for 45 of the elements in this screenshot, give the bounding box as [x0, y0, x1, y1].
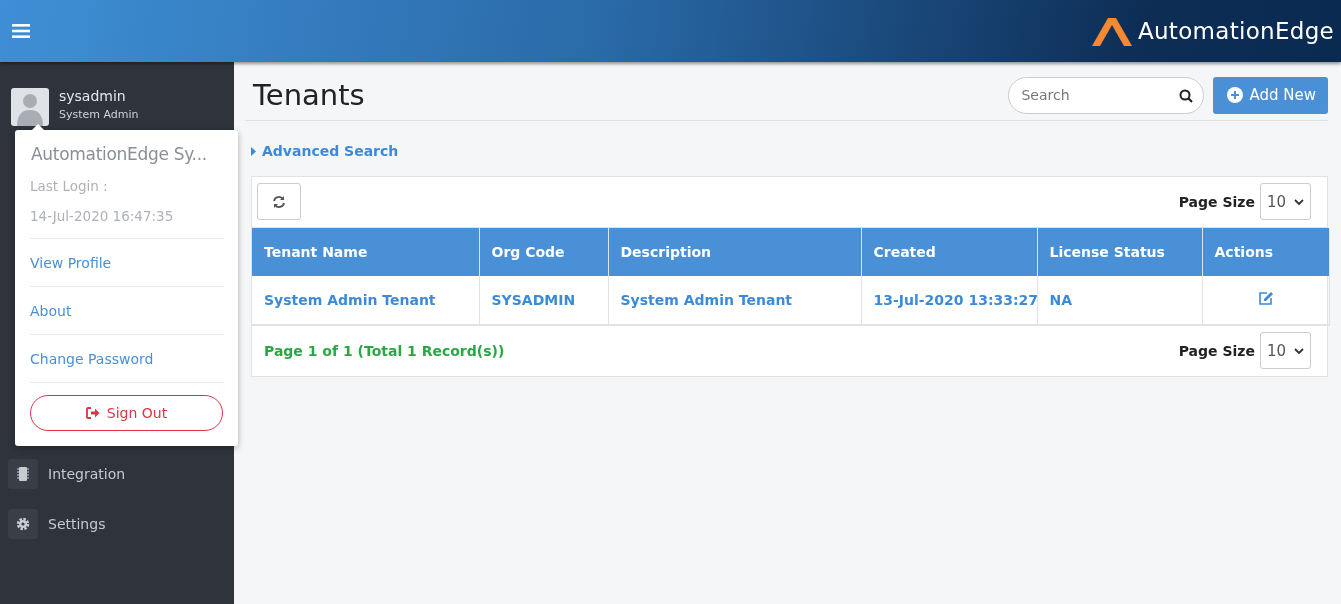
avatar-icon	[11, 88, 49, 126]
logo-text: AutomationEdge	[1137, 18, 1334, 44]
page-title: Tenants	[253, 78, 365, 112]
add-new-button[interactable]: Add New	[1213, 76, 1328, 114]
sign-out-icon	[85, 407, 100, 419]
settings-icon	[8, 509, 38, 539]
table-cell: NA	[1037, 275, 1202, 325]
column-header: Org Code	[479, 227, 608, 276]
menu-link[interactable]: About	[30, 287, 223, 335]
menu-icon[interactable]	[12, 24, 30, 38]
caret-icon	[251, 146, 256, 156]
plus-icon	[1227, 87, 1244, 103]
last-login-label: Last Login :	[30, 178, 109, 194]
menu-link[interactable]: View Profile	[30, 239, 223, 287]
column-header: Description	[608, 227, 861, 276]
column-header: License Status	[1037, 227, 1202, 276]
table-cell: System Admin Tenant	[608, 275, 861, 325]
table-cell: SYSADMIN	[479, 275, 608, 325]
column-header: Tenant Name	[252, 227, 479, 276]
table-cell: System Admin Tenant	[252, 275, 479, 325]
chip-icon	[8, 459, 38, 489]
chevron-down-icon	[1294, 198, 1304, 205]
page-size-label: Page Size	[1178, 342, 1255, 359]
sidebar-item[interactable]: Settings	[8, 509, 126, 539]
table-cell: 13-Jul-2020 13:33:27	[861, 275, 1037, 325]
pagination-info: Page 1 of 1 (Total 1 Record(s))	[264, 342, 505, 359]
sidebar-item[interactable]: Integration	[8, 459, 126, 489]
search-field[interactable]: Search	[1008, 76, 1205, 114]
chevron-down-icon	[1294, 347, 1304, 354]
advanced-search-link[interactable]: Advanced Search	[251, 143, 399, 159]
column-header: Created	[861, 227, 1037, 276]
page-size-select[interactable]: 10	[1259, 332, 1311, 369]
menu-link[interactable]: Change Password	[30, 335, 223, 383]
popup-title: AutomationEdge Sy...	[30, 144, 208, 164]
page-size-select[interactable]: 10	[1259, 183, 1311, 220]
column-header: Actions	[1202, 227, 1329, 276]
search-icon	[1179, 88, 1194, 103]
user-name: sysadmin	[59, 88, 127, 104]
last-login-time: 14-Jul-2020 16:47:35	[30, 208, 223, 239]
refresh-icon	[272, 194, 286, 209]
refresh-button[interactable]	[257, 183, 301, 220]
edit-icon[interactable]	[1257, 291, 1274, 305]
user-role: System Admin	[59, 108, 139, 121]
sign-out-button[interactable]: Sign Out	[30, 395, 223, 431]
page-size-label: Page Size	[1178, 193, 1255, 210]
